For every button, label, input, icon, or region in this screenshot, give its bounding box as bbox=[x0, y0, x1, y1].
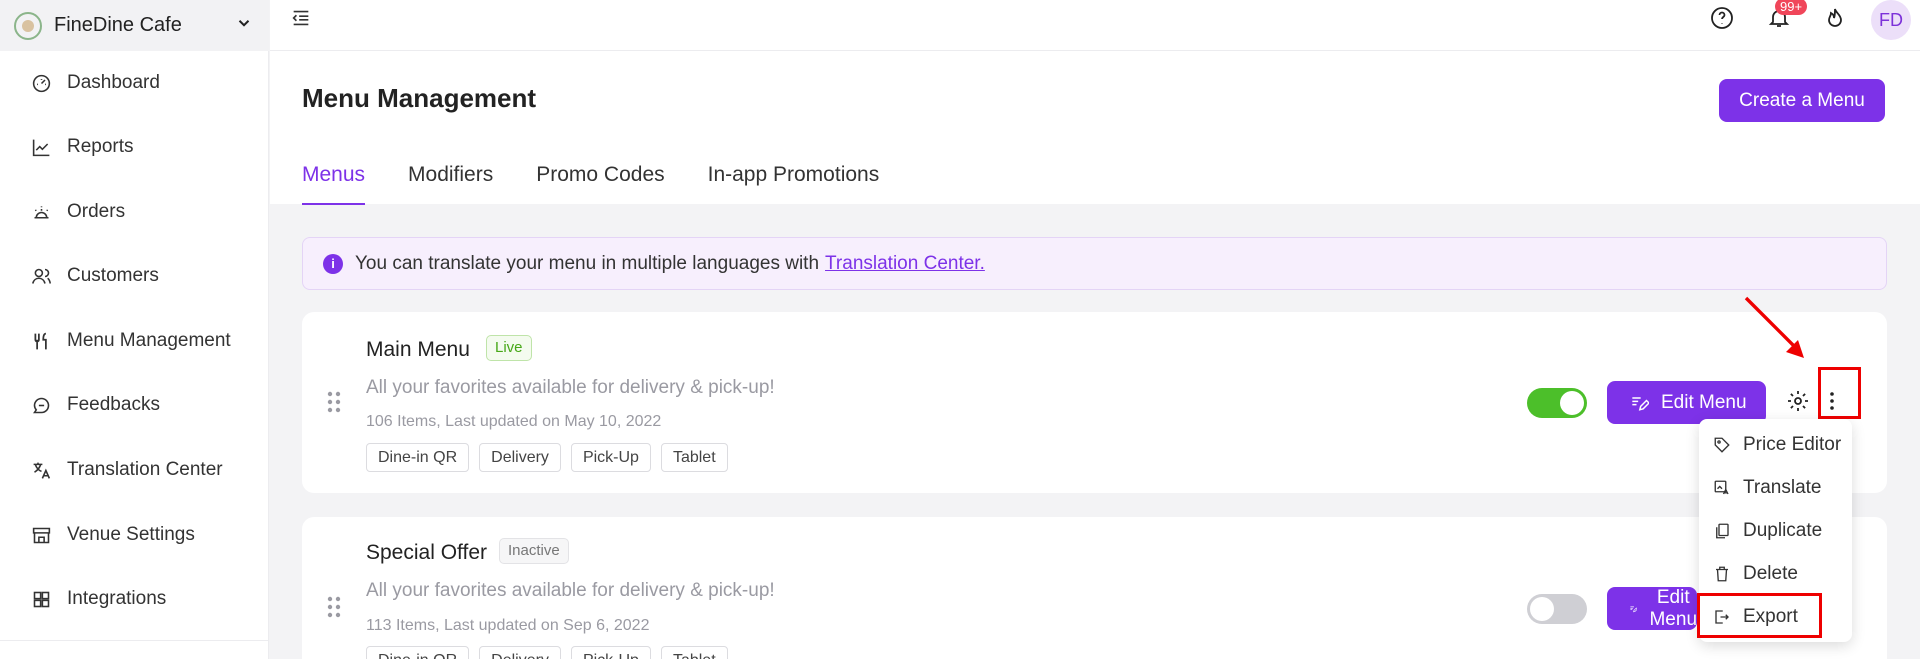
avatar[interactable]: FD bbox=[1871, 0, 1911, 40]
help-icon[interactable] bbox=[1710, 6, 1734, 30]
menu-item-delete[interactable]: Delete bbox=[1699, 552, 1852, 595]
menu-item-label: Delete bbox=[1743, 562, 1798, 584]
sidebar-divider bbox=[0, 640, 269, 641]
highlight-export bbox=[1697, 593, 1822, 638]
menu-meta: 106 Items, Last updated on May 10, 2022 bbox=[366, 413, 662, 430]
edit-menu-label: Edit Menu bbox=[1649, 587, 1697, 630]
tab-promo-codes[interactable]: Promo Codes bbox=[536, 163, 664, 204]
sidebar-item-feedbacks[interactable]: Feedbacks bbox=[0, 380, 269, 430]
top-bar: 99+ FD bbox=[270, 0, 1920, 51]
highlight-more-options bbox=[1818, 367, 1861, 419]
grid-icon bbox=[33, 591, 50, 607]
edit-menu-button[interactable]: Edit Menu bbox=[1607, 587, 1697, 630]
menu-description: All your favorites available for deliver… bbox=[366, 580, 775, 601]
page-title: Menu Management bbox=[302, 83, 537, 113]
edit-icon bbox=[1632, 396, 1649, 411]
sidebar-item-label: Integrations bbox=[67, 588, 167, 609]
info-icon: i bbox=[323, 253, 343, 274]
sidebar-item-customers[interactable]: Customers bbox=[0, 251, 269, 301]
menu-item-translate[interactable]: Translate bbox=[1699, 466, 1852, 509]
status-badge: Inactive bbox=[499, 538, 569, 564]
menu-item-duplicate[interactable]: Duplicate bbox=[1699, 509, 1852, 552]
venue-switcher[interactable]: FineDine Cafe bbox=[0, 0, 269, 51]
gear-icon[interactable] bbox=[1786, 389, 1810, 413]
sidebar-item-orders[interactable]: Orders bbox=[0, 187, 269, 237]
toggle-knob bbox=[1560, 391, 1584, 415]
drag-handle-icon[interactable] bbox=[327, 596, 341, 618]
tab-in-app-promotions[interactable]: In-app Promotions bbox=[708, 163, 880, 204]
create-menu-button[interactable]: Create a Menu bbox=[1719, 79, 1885, 122]
tab-menus[interactable]: Menus bbox=[302, 163, 366, 205]
sidebar-item-label: Translation Center bbox=[67, 459, 223, 480]
menu-description: All your favorites available for deliver… bbox=[366, 377, 775, 398]
flame-icon[interactable] bbox=[1823, 6, 1847, 30]
menu-item-price-editor[interactable]: Price Editor bbox=[1699, 423, 1852, 466]
edit-menu-button[interactable]: Edit Menu bbox=[1607, 381, 1766, 424]
sidebar-item-reports[interactable]: Reports bbox=[0, 122, 269, 172]
chat-icon bbox=[33, 397, 50, 413]
sidebar-item-label: Dashboard bbox=[67, 72, 160, 93]
sidebar-item-venue-settings[interactable]: Venue Settings bbox=[0, 510, 269, 560]
sidebar-item-label: Reports bbox=[67, 136, 134, 157]
sidebar: FineDine Cafe Dashboard Reports Orders C… bbox=[0, 0, 269, 659]
trash-icon bbox=[1716, 566, 1728, 581]
menu-card-special-offer: Special Offer Inactive All your favorite… bbox=[302, 517, 1887, 659]
sidebar-item-translation-center[interactable]: Translation Center bbox=[0, 445, 269, 495]
menu-card-main-menu: Main Menu Live All your favorites availa… bbox=[302, 312, 1887, 493]
channel-chip: Dine-in QR bbox=[366, 646, 470, 659]
tab-modifiers[interactable]: Modifiers bbox=[408, 163, 493, 204]
copy-icon bbox=[1716, 523, 1729, 538]
channel-chip: Pick-Up bbox=[570, 443, 651, 472]
sidebar-item-menu-management[interactable]: Menu Management bbox=[0, 316, 269, 366]
sidebar-item-label: Orders bbox=[67, 201, 126, 222]
tag-icon bbox=[1714, 437, 1730, 453]
banner-text: You can translate your menu in multiple … bbox=[355, 252, 820, 274]
translation-center-link[interactable]: Translation Center. bbox=[825, 253, 985, 275]
menu-active-toggle[interactable] bbox=[1527, 388, 1587, 418]
sidebar-item-label: Venue Settings bbox=[67, 524, 195, 545]
translate-icon bbox=[33, 462, 51, 479]
store-icon bbox=[32, 527, 51, 543]
status-badge: Live bbox=[486, 335, 532, 361]
channel-chip: Tablet bbox=[660, 646, 728, 659]
fork-knife-icon bbox=[34, 332, 47, 349]
users-icon bbox=[31, 268, 52, 284]
menu-meta: 113 Items, Last updated on Sep 6, 2022 bbox=[366, 617, 650, 634]
channel-chip: Dine-in QR bbox=[366, 443, 470, 472]
channel-chip: Delivery bbox=[479, 646, 561, 659]
sidebar-item-dashboard[interactable]: Dashboard bbox=[0, 58, 269, 108]
dashboard-icon bbox=[32, 74, 51, 92]
info-banner: i You can translate your menu in multipl… bbox=[302, 237, 1887, 290]
chevron-down-icon bbox=[238, 20, 250, 27]
channel-chip: Tablet bbox=[660, 443, 728, 472]
chart-line-icon bbox=[32, 139, 50, 156]
venue-name: FineDine Cafe bbox=[54, 14, 182, 36]
annotation-arrow bbox=[1744, 296, 1804, 358]
bell-service-icon bbox=[34, 205, 49, 219]
sidebar-item-label: Customers bbox=[67, 265, 159, 286]
menu-item-label: Translate bbox=[1743, 476, 1822, 498]
sidebar-item-integrations[interactable]: Integrations bbox=[0, 574, 269, 624]
edit-icon bbox=[1630, 606, 1638, 612]
sidebar-item-label: Feedbacks bbox=[67, 394, 160, 415]
sidebar-item-label: Menu Management bbox=[67, 330, 231, 351]
menu-item-label: Price Editor bbox=[1743, 433, 1842, 455]
tab-bar: Menus Modifiers Promo Codes In-app Promo… bbox=[302, 163, 922, 205]
translate-image-icon bbox=[1714, 480, 1729, 494]
channel-chip: Delivery bbox=[479, 443, 561, 472]
channel-chips: Dine-in QR Delivery Pick-Up Tablet bbox=[366, 646, 738, 659]
drag-handle-icon[interactable] bbox=[327, 391, 341, 413]
venue-logo bbox=[14, 11, 42, 40]
channel-chip: Pick-Up bbox=[570, 646, 651, 659]
notification-badge: 99+ bbox=[1775, 0, 1808, 15]
toggle-knob bbox=[1530, 597, 1554, 621]
menu-active-toggle[interactable] bbox=[1527, 594, 1587, 624]
menu-item-label: Duplicate bbox=[1743, 519, 1823, 541]
menu-title: Special Offer bbox=[366, 541, 488, 564]
channel-chips: Dine-in QR Delivery Pick-Up Tablet bbox=[366, 443, 738, 472]
collapse-sidebar-icon[interactable] bbox=[290, 7, 312, 29]
menu-title: Main Menu bbox=[366, 338, 470, 361]
page-header: Menu Management Create a Menu Menus Modi… bbox=[270, 51, 1920, 205]
edit-menu-label: Edit Menu bbox=[1661, 391, 1747, 413]
